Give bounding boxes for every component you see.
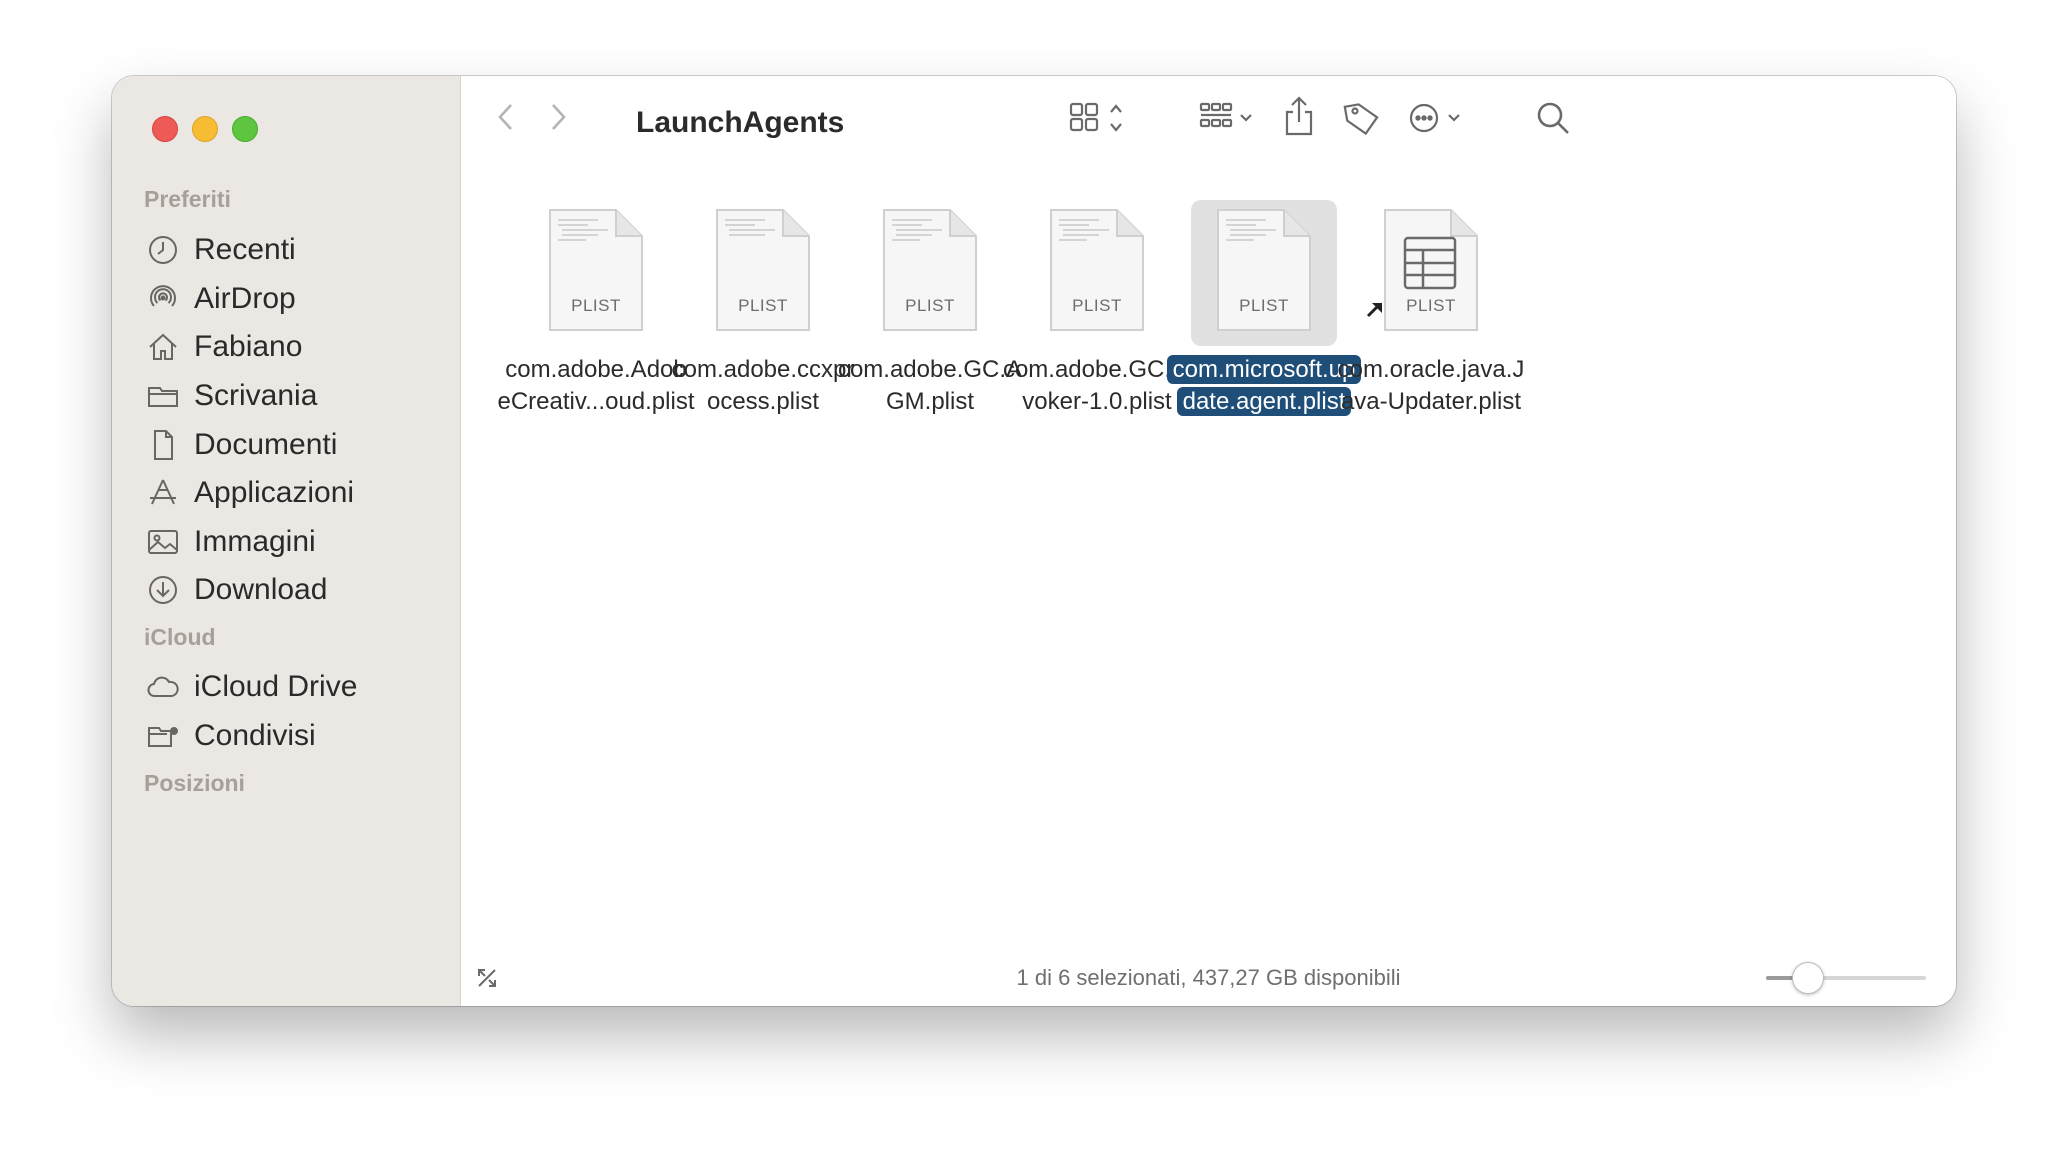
download-icon <box>144 571 182 609</box>
group-button[interactable] <box>1197 96 1261 140</box>
collapse-icon[interactable] <box>473 964 501 992</box>
sidebar-item-label: Immagini <box>194 525 316 558</box>
sidebar-item-label: Download <box>194 573 328 606</box>
sidebar-item-label: Condivisi <box>194 719 316 752</box>
grid-view-icon <box>1069 102 1122 132</box>
airdrop-icon <box>144 280 182 318</box>
file-name: com.oracle.java.J ava-Updater.plist <box>1337 356 1525 415</box>
sidebar-item-immagini[interactable]: Immagini <box>144 518 444 566</box>
applications-icon <box>144 474 182 512</box>
file-extension-label: PLIST <box>905 296 955 315</box>
sidebar-item-label: AirDrop <box>194 282 296 315</box>
file-extension-label: PLIST <box>1406 296 1456 315</box>
group-icon <box>1199 102 1252 128</box>
icon-size-slider[interactable] <box>1766 962 1926 994</box>
status-bar: 1 di 6 selezionati, 437,27 GB disponibil… <box>461 950 1956 1006</box>
sidebar-header-icloud: iCloud <box>144 624 216 650</box>
sidebar-item-icloud-drive[interactable]: iCloud Drive <box>144 663 444 711</box>
sidebar-item-label: iCloud Drive <box>194 670 358 703</box>
sidebar-item-label: Recenti <box>194 233 296 266</box>
status-text: 1 di 6 selezionati, 437,27 GB disponibil… <box>1016 965 1401 990</box>
close-button[interactable] <box>152 116 178 142</box>
desktop-folder-icon <box>144 377 182 415</box>
file-icon-container: PLIST <box>1024 200 1170 346</box>
sidebar-item-airdrop[interactable]: AirDrop <box>144 275 444 323</box>
file-extension-label: PLIST <box>1072 296 1122 315</box>
chevron-right-icon <box>552 104 566 130</box>
file-browser: LaunchAgents PLIST com.adobe.Adob eCreat… <box>461 76 1956 1006</box>
share-icon <box>1285 96 1313 136</box>
zoom-button[interactable] <box>232 116 258 142</box>
toolbar: LaunchAgents <box>461 76 1956 196</box>
tag-button[interactable] <box>1341 96 1383 140</box>
shared-folder-icon <box>144 717 182 755</box>
tag-icon <box>1343 103 1379 136</box>
back-button[interactable] <box>489 100 523 134</box>
folder-title: LaunchAgents <box>636 106 845 139</box>
file-icon-container: PLIST <box>857 200 1003 346</box>
file-extension-label: PLIST <box>571 296 621 315</box>
sidebar-item-label: Fabiano <box>194 330 303 363</box>
sidebar-item-download[interactable]: Download <box>144 566 444 614</box>
sidebar-item-condivisi[interactable]: Condivisi <box>144 712 444 760</box>
file-item[interactable]: PLIST com.oracle.java.J ava-Updater.plis… <box>1321 200 1541 418</box>
sidebar-item-scrivania[interactable]: Scrivania <box>144 372 444 420</box>
chevron-left-icon <box>498 104 512 130</box>
more-options-icon <box>1409 103 1460 133</box>
file-extension-label: PLIST <box>1239 296 1289 315</box>
file-icon-container: PLIST <box>690 200 836 346</box>
sidebar-item-fabiano[interactable]: Fabiano <box>144 323 444 371</box>
forward-button[interactable] <box>541 100 575 134</box>
sidebar-item-documenti[interactable]: Documenti <box>144 421 444 469</box>
photo-icon <box>144 523 182 561</box>
document-icon <box>144 426 182 464</box>
sidebar-header-positions: Posizioni <box>144 770 245 796</box>
file-icon-container: PLIST <box>523 200 669 346</box>
sidebar-item-label: Scrivania <box>194 379 318 412</box>
sidebar-item-label: Documenti <box>194 428 338 461</box>
sidebar-item-label: Applicazioni <box>194 476 355 509</box>
clock-icon <box>144 231 182 269</box>
file-icon-container: PLIST <box>1191 200 1337 346</box>
home-icon <box>144 328 182 366</box>
file-icon-container: PLIST <box>1358 200 1504 346</box>
slider-thumb[interactable] <box>1792 962 1824 994</box>
action-menu-button[interactable] <box>1407 96 1471 140</box>
view-mode-button[interactable] <box>1067 96 1131 140</box>
file-extension-label: PLIST <box>738 296 788 315</box>
sidebar-item-applicazioni[interactable]: Applicazioni <box>144 469 444 517</box>
sidebar-item-recenti[interactable]: Recenti <box>144 226 444 274</box>
share-button[interactable] <box>1279 94 1319 140</box>
sidebar: Preferiti Recenti AirDrop Fabiano Scriva… <box>112 76 461 1006</box>
cloud-icon <box>144 668 182 706</box>
search-icon <box>1537 102 1569 134</box>
finder-window: Preferiti Recenti AirDrop Fabiano Scriva… <box>112 76 1956 1006</box>
search-button[interactable] <box>1531 96 1575 140</box>
minimize-button[interactable] <box>192 116 218 142</box>
